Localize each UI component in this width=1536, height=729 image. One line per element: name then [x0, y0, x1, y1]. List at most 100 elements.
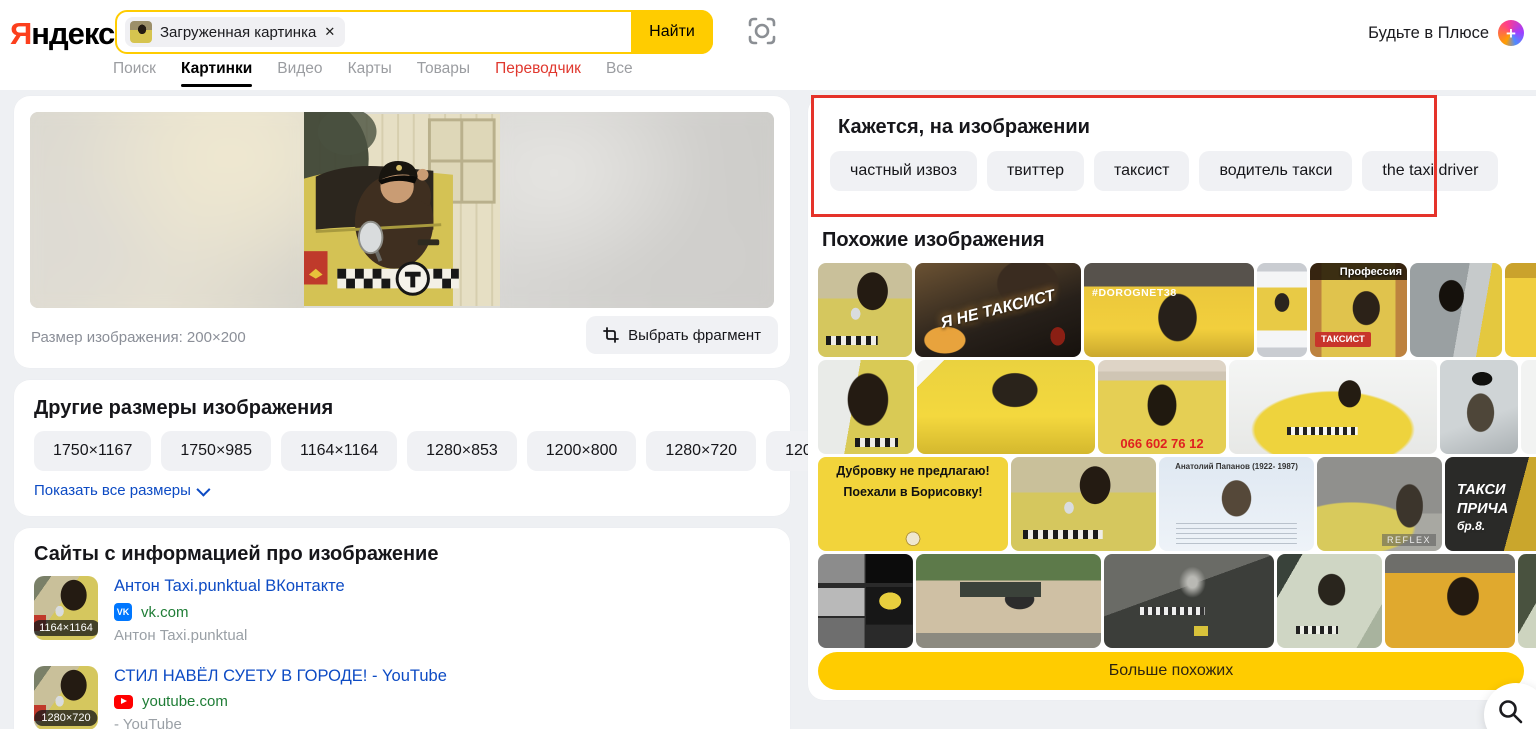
similar-image[interactable] — [1518, 554, 1536, 648]
size-badge: 1164×1164 — [34, 620, 98, 636]
similar-image[interactable] — [818, 554, 913, 648]
preview-blur-left — [30, 112, 304, 308]
close-icon[interactable]: ✕ — [324, 24, 335, 40]
uploaded-image-chip[interactable]: Загруженная картинка ✕ — [125, 17, 345, 47]
site-result-title[interactable]: Антон Taxi.punktual ВКонтакте — [114, 577, 345, 596]
image-caption: 066 602 76 12 — [1098, 436, 1226, 451]
image-caption-line: Поехали в Борисовку! — [843, 485, 982, 499]
similar-image[interactable] — [1277, 554, 1382, 648]
similar-images-row — [818, 554, 1536, 648]
size-option[interactable]: 1280×853 — [407, 431, 517, 471]
image-caption: Профессия — [1340, 266, 1402, 278]
similar-image[interactable] — [1229, 360, 1437, 454]
uploaded-image — [304, 112, 500, 308]
site-domain-label: vk.com — [141, 604, 189, 621]
size-option[interactable]: 1280×720 — [646, 431, 756, 471]
similar-image[interactable] — [1257, 263, 1307, 357]
size-option[interactable]: 1750×985 — [161, 431, 271, 471]
other-sizes-title: Другие размеры изображения — [34, 397, 333, 420]
similar-images-row: Дубровку не предлагаю! Поехали в Борисов… — [818, 457, 1536, 551]
crop-icon — [603, 327, 619, 343]
yandex-images-results-page: Яндекс Загруженная картинка ✕ Найти Будь… — [0, 0, 1536, 729]
similar-panel: Кажется, на изображении частный извоз тв… — [808, 96, 1536, 700]
header: Яндекс Загруженная картинка ✕ Найти Будь… — [0, 0, 1536, 90]
select-fragment-button[interactable]: Выбрать фрагмент — [586, 316, 778, 354]
image-search-camera-icon[interactable] — [745, 14, 779, 48]
similar-image[interactable] — [917, 360, 1095, 454]
similar-image[interactable]: Профессия ТАКСИСТ — [1310, 263, 1407, 357]
site-result-thumbnail[interactable]: 1280×720 — [34, 666, 98, 729]
site-result-domain[interactable]: youtube.com — [114, 693, 447, 710]
tab-goods[interactable]: Товары — [417, 60, 470, 78]
guess-tag[interactable]: the taxi driver — [1362, 151, 1498, 191]
site-result-thumbnail[interactable]: 1164×1164 — [34, 576, 98, 640]
select-fragment-label: Выбрать фрагмент — [628, 327, 761, 344]
site-result-title[interactable]: СТИЛ НАВЁЛ СУЕТУ В ГОРОДЕ! - YouTube — [114, 667, 447, 686]
guess-tags: частный извоз твиттер таксист водитель т… — [830, 151, 1498, 191]
uploaded-image-card: Размер изображения: 200×200 Выбрать фраг… — [14, 96, 790, 368]
image-caption-line: бр.8. — [1457, 519, 1508, 535]
similar-image[interactable]: Дубровку не предлагаю! Поехали в Борисов… — [818, 457, 1008, 551]
image-caption: Дубровку не предлагаю! Поехали в Борисов… — [824, 464, 1002, 544]
site-result-subtitle: - YouTube — [114, 716, 447, 729]
other-sizes-card: Другие размеры изображения 1750×1167 175… — [14, 380, 790, 516]
similar-image[interactable] — [1104, 554, 1274, 648]
similar-image[interactable] — [916, 554, 1101, 648]
more-similar-button[interactable]: Больше похожих — [818, 652, 1524, 690]
similar-image[interactable] — [1385, 554, 1515, 648]
site-result-subtitle: Антон Taxi.punktual — [114, 627, 345, 644]
guess-tag[interactable]: водитель такси — [1199, 151, 1352, 191]
size-option[interactable]: 1750×1167 — [34, 431, 151, 471]
tab-search[interactable]: Поиск — [113, 60, 156, 78]
similar-image[interactable] — [818, 263, 912, 357]
search-submit-button[interactable]: Найти — [631, 10, 713, 54]
image-caption: ТАКСИ ПРИЧА бр.8. — [1457, 481, 1508, 534]
similar-image[interactable] — [1521, 360, 1536, 454]
site-result-domain[interactable]: VK vk.com — [114, 603, 345, 621]
plus-banner[interactable]: Будьте в Плюсе + — [1368, 20, 1524, 46]
yandex-logo[interactable]: Яндекс — [10, 16, 114, 52]
vk-icon: VK — [114, 603, 132, 621]
similar-image[interactable]: ТАКСИ ПРИЧА бр.8. — [1445, 457, 1536, 551]
guess-tag[interactable]: частный извоз — [830, 151, 977, 191]
tab-maps[interactable]: Карты — [348, 60, 392, 78]
image-caption-line: ТАКСИ — [1457, 481, 1508, 500]
search-icon — [1495, 696, 1525, 726]
image-caption: ТАКСИСТ — [1315, 332, 1371, 347]
similar-images-grid: Я НЕ ТАКСИСТ #DOROGNET38 Профессия ТАКСИ… — [818, 263, 1536, 648]
size-option[interactable]: 1200×800 — [527, 431, 637, 471]
guess-title: Кажется, на изображении — [838, 116, 1090, 139]
similar-image[interactable] — [1011, 457, 1156, 551]
similar-image[interactable] — [1505, 263, 1536, 357]
search-bar[interactable]: Загруженная картинка ✕ Найти — [115, 10, 713, 54]
site-result: 1280×720 СТИЛ НАВЁЛ СУЕТУ В ГОРОДЕ! - Yo… — [34, 666, 447, 729]
tab-all[interactable]: Все — [606, 60, 633, 78]
youtube-icon — [114, 695, 133, 709]
guess-tag[interactable]: твиттер — [987, 151, 1084, 191]
similar-image[interactable]: REFLEX — [1317, 457, 1442, 551]
image-caption: Я НЕ ТАКСИСТ — [915, 263, 1081, 357]
similar-image[interactable]: Я НЕ ТАКСИСТ — [915, 263, 1081, 357]
tab-images[interactable]: Картинки — [181, 60, 252, 78]
size-options: 1750×1167 1750×985 1164×1164 1280×853 12… — [34, 431, 876, 471]
sites-title: Сайты с информацией про изображение — [34, 543, 438, 566]
guess-tag[interactable]: таксист — [1094, 151, 1190, 191]
site-result: 1164×1164 Антон Taxi.punktual ВКонтакте … — [34, 576, 345, 644]
image-size-label: Размер изображения: 200×200 — [31, 329, 246, 346]
show-all-sizes-label: Показать все размеры — [34, 482, 191, 499]
similar-image[interactable] — [1440, 360, 1518, 454]
watermark-label: REFLEX — [1382, 534, 1436, 546]
similar-image[interactable] — [1410, 263, 1502, 357]
size-badge: 1280×720 — [34, 710, 97, 726]
similar-image[interactable] — [818, 360, 914, 454]
similar-image[interactable]: Анатолий Папанов (1922- 1987) — [1159, 457, 1314, 551]
similar-images-row: 066 602 76 12 — [818, 360, 1536, 454]
sites-card: Сайты с информацией про изображение 1164… — [14, 528, 790, 729]
tab-video[interactable]: Видео — [277, 60, 322, 78]
size-option[interactable]: 1164×1164 — [281, 431, 397, 471]
similar-image[interactable]: 066 602 76 12 — [1098, 360, 1226, 454]
similar-image[interactable]: #DOROGNET38 — [1084, 263, 1254, 357]
show-all-sizes-link[interactable]: Показать все размеры — [34, 482, 207, 499]
image-caption: Анатолий Папанов (1922- 1987) — [1163, 462, 1310, 471]
tab-translate[interactable]: Переводчик — [495, 60, 581, 78]
